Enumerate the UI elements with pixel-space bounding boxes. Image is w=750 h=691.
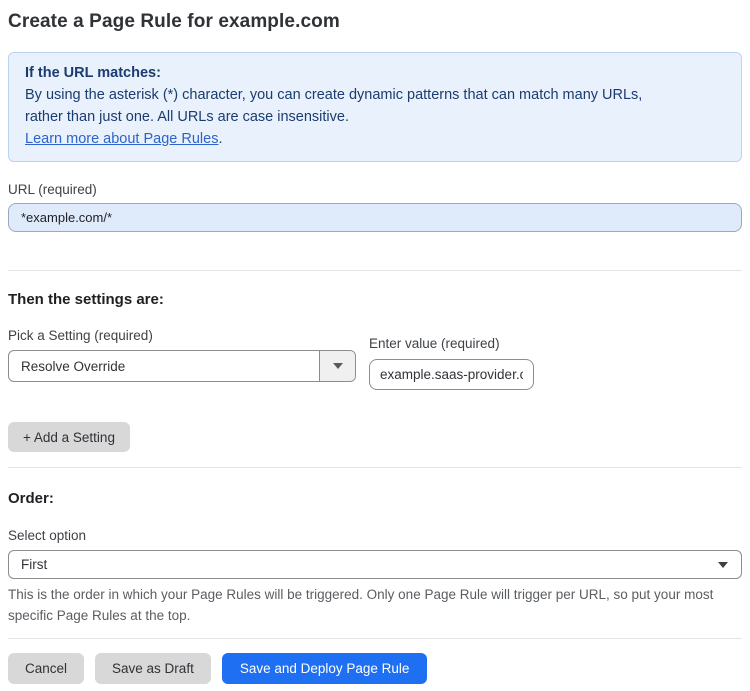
page-title: Create a Page Rule for example.com	[8, 11, 340, 32]
url-label: URL (required)	[8, 182, 97, 197]
add-setting-button[interactable]: + Add a Setting	[8, 422, 130, 452]
link-suffix-text: .	[218, 131, 223, 147]
setting-value-column: Enter value (required)	[369, 328, 534, 390]
divider	[8, 467, 742, 468]
url-input[interactable]	[8, 203, 742, 232]
chevron-down-icon	[718, 561, 728, 568]
setting-select[interactable]: Resolve Override	[8, 350, 356, 382]
divider	[8, 638, 742, 639]
save-as-draft-button[interactable]: Save as Draft	[95, 653, 211, 684]
setting-value-label: Enter value (required)	[369, 336, 500, 351]
setting-select-value: Resolve Override	[21, 358, 126, 374]
order-select[interactable]: First	[8, 550, 742, 579]
learn-more-link[interactable]: Learn more about Page Rules	[25, 131, 218, 147]
info-box-body: By using the asterisk (*) character, you…	[25, 87, 643, 125]
info-box-heading: If the URL matches:	[25, 65, 161, 81]
setting-value-input[interactable]	[369, 359, 534, 390]
info-box-link-line: Learn more about Page Rules.	[25, 128, 725, 150]
settings-section-heading: Then the settings are:	[8, 291, 164, 308]
setting-picker-column: Pick a Setting (required) Resolve Overri…	[8, 328, 356, 382]
order-select-label: Select option	[8, 528, 87, 543]
save-and-deploy-button[interactable]: Save and Deploy Page Rule	[221, 653, 428, 684]
order-help-text: This is the order in which your Page Rul…	[8, 587, 714, 623]
divider	[8, 270, 742, 271]
settings-row: Pick a Setting (required) Resolve Overri…	[8, 328, 742, 390]
order-select-value: First	[21, 557, 48, 572]
chevron-down-icon	[332, 363, 343, 369]
cancel-button[interactable]: Cancel	[8, 653, 85, 684]
setting-picker-label: Pick a Setting (required)	[8, 328, 153, 343]
setting-select-arrow-button[interactable]	[319, 351, 355, 381]
footer-actions: Cancel Save as Draft Save and Deploy Pag…	[8, 653, 742, 684]
create-page-rule-form: Create a Page Rule for example.com If th…	[0, 11, 750, 684]
url-match-info-box: If the URL matches: By using the asteris…	[8, 52, 742, 162]
order-section-heading: Order:	[8, 490, 54, 507]
